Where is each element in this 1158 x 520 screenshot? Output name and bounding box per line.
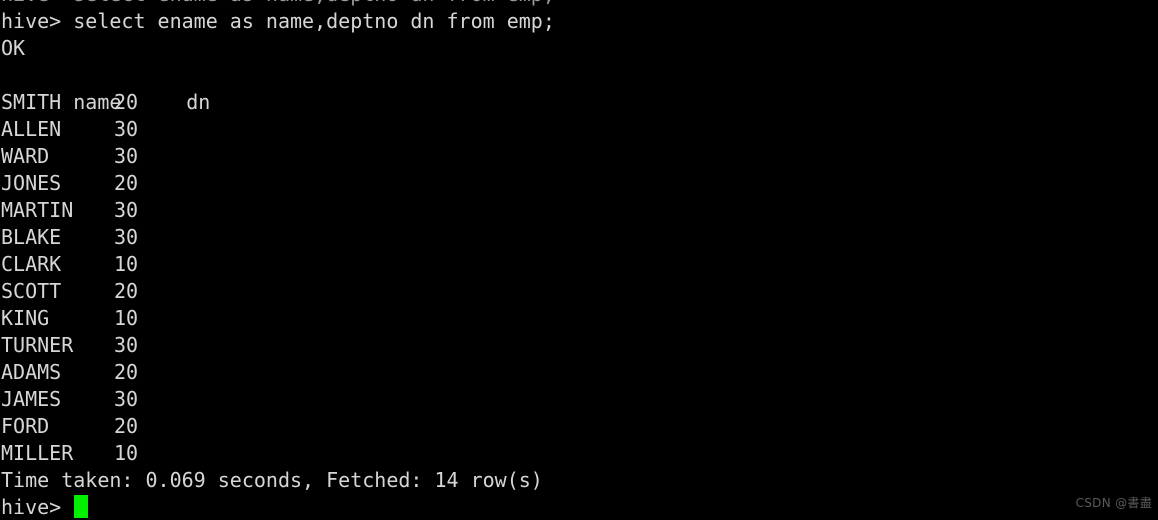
cell-dn: 20 — [114, 90, 139, 114]
table-row: ALLEN 30 — [0, 116, 1158, 143]
cell-name: JONES — [1, 171, 62, 195]
table-row: JONES 20 — [0, 170, 1158, 197]
cell-name: SMITH — [1, 90, 62, 114]
terminal-window[interactable]: hive> select ename as name,deptno dn fro… — [0, 0, 1158, 520]
table-row: WARD 30 — [0, 143, 1158, 170]
table-row: BLAKE 30 — [0, 224, 1158, 251]
prompt-label: hive> — [1, 495, 74, 519]
cell-name: TURNER — [1, 333, 74, 357]
cell-name: MARTIN — [1, 198, 74, 222]
cell-dn: 30 — [114, 387, 139, 411]
hive-prompt-line[interactable]: hive> — [0, 494, 1158, 520]
table-row: FORD 20 — [0, 413, 1158, 440]
cell-dn: 30 — [114, 198, 139, 222]
table-header-row: name dn — [0, 62, 1158, 114]
column-header-dn: dn — [186, 90, 211, 114]
clipped-previous-line: hive> select ename as name,deptno dn fro… — [0, 0, 1158, 8]
table-row: TURNER 30 — [0, 332, 1158, 359]
cell-dn: 20 — [114, 360, 139, 384]
cell-name: KING — [1, 306, 50, 330]
summary-line: Time taken: 0.069 seconds, Fetched: 14 r… — [1, 468, 543, 492]
cell-dn: 30 — [114, 333, 139, 357]
cell-name: WARD — [1, 144, 50, 168]
table-row: ADAMS 20 — [0, 359, 1158, 386]
cell-dn: 20 — [114, 171, 139, 195]
table-row: MILLER 10 — [0, 440, 1158, 467]
text-cursor — [74, 495, 89, 518]
table-row: KING 10 — [0, 305, 1158, 332]
table-row: MARTIN 30 — [0, 197, 1158, 224]
table-row: SCOTT 20 — [0, 278, 1158, 305]
cell-dn: 30 — [114, 117, 139, 141]
csdn-watermark: CSDN @書盡 — [1075, 496, 1152, 510]
cell-name: MILLER — [1, 441, 74, 465]
terminal-screen: hive> select ename as name,deptno dn fro… — [0, 0, 1158, 520]
cell-name: FORD — [1, 414, 50, 438]
cell-dn: 10 — [114, 306, 139, 330]
cell-name: BLAKE — [1, 225, 62, 249]
result-rows: SMITH 20 ALLEN 30 WARD 30 JONES 20 MARTIN 30 BLAKE… — [0, 89, 1158, 467]
table-row: CLARK 10 — [0, 251, 1158, 278]
cell-dn: 10 — [114, 252, 139, 276]
cell-name: CLARK — [1, 252, 62, 276]
cell-dn: 20 — [114, 414, 139, 438]
cell-name: SCOTT — [1, 279, 62, 303]
cell-name: ADAMS — [1, 360, 62, 384]
cell-dn: 10 — [114, 441, 139, 465]
cell-name: ALLEN — [1, 117, 62, 141]
cell-name: JAMES — [1, 387, 62, 411]
table-row: JAMES 30 — [0, 386, 1158, 413]
cell-dn: 20 — [114, 279, 139, 303]
hive-command-line: hive> select ename as name,deptno dn fro… — [1, 9, 555, 33]
cell-dn: 30 — [114, 225, 139, 249]
cell-dn: 30 — [114, 144, 139, 168]
status-ok: OK — [1, 36, 26, 60]
